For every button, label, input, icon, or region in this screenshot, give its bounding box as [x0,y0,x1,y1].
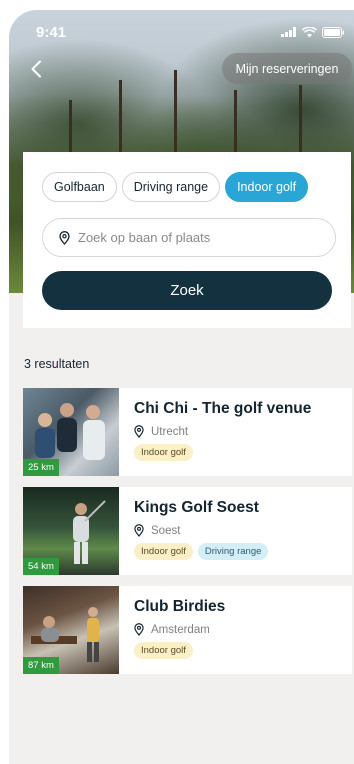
search-button[interactable]: Zoek [42,271,332,310]
app-screen: 9:41 Mijn reserveringen Golfbaan Driving… [9,10,354,764]
filter-chips: Golfbaan Driving range Indoor golf [42,172,309,202]
search-card: Golfbaan Driving range Indoor golf Zoek [23,152,351,328]
venue-city: Utrecht [151,425,189,438]
status-icons [281,26,344,38]
location-pin-icon [134,623,144,636]
location-pin-icon [59,230,70,245]
distance-badge: 87 km [23,657,59,674]
my-reservations-button[interactable]: Mijn reserveringen [222,53,352,84]
status-bar: 9:41 [9,10,354,54]
tag-indoor-golf: Indoor golf [134,543,193,560]
result-card[interactable]: 87 km Club Birdies Amsterdam Indoor golf [23,586,352,674]
tag-indoor-golf: Indoor golf [134,444,193,461]
venue-photo: 54 km [23,487,119,575]
venue-photo: 25 km [23,388,119,476]
distance-badge: 25 km [23,459,59,476]
chip-driving-range[interactable]: Driving range [121,172,221,202]
venue-title: Kings Golf Soest [134,499,259,516]
tag-driving-range: Driving range [197,543,269,560]
back-button[interactable] [25,58,47,80]
signal-icon [281,27,296,37]
venue-photo: 87 km [23,586,119,674]
venue-tags: Indoor golf Driving range [134,543,269,560]
venue-tags: Indoor golf [134,444,311,461]
venue-city: Amsterdam [151,623,210,636]
battery-icon [322,26,344,38]
search-field[interactable] [42,218,336,257]
venue-location: Soest [134,524,268,537]
search-input[interactable] [78,230,308,245]
result-card[interactable]: 25 km Chi Chi - The golf venue Utrecht I… [23,388,352,476]
venue-title: Chi Chi - The golf venue [134,400,312,417]
result-card[interactable]: 54 km Kings Golf Soest Soest Indoor golf… [23,487,352,575]
wifi-icon [302,26,317,37]
distance-badge: 54 km [23,558,59,575]
chip-indoor-golf[interactable]: Indoor golf [225,172,309,202]
results-count: 3 resultaten [24,357,90,371]
venue-location: Utrecht [134,425,311,438]
venue-title: Club Birdies [134,598,226,615]
chip-golfbaan[interactable]: Golfbaan [42,172,117,202]
tag-indoor-golf: Indoor golf [134,642,193,659]
status-time: 9:41 [36,23,67,41]
location-pin-icon [134,425,144,438]
venue-location: Amsterdam [134,623,225,636]
venue-city: Soest [151,524,181,537]
chevron-left-icon [31,60,41,78]
location-pin-icon [134,524,144,537]
venue-tags: Indoor golf [134,642,225,659]
